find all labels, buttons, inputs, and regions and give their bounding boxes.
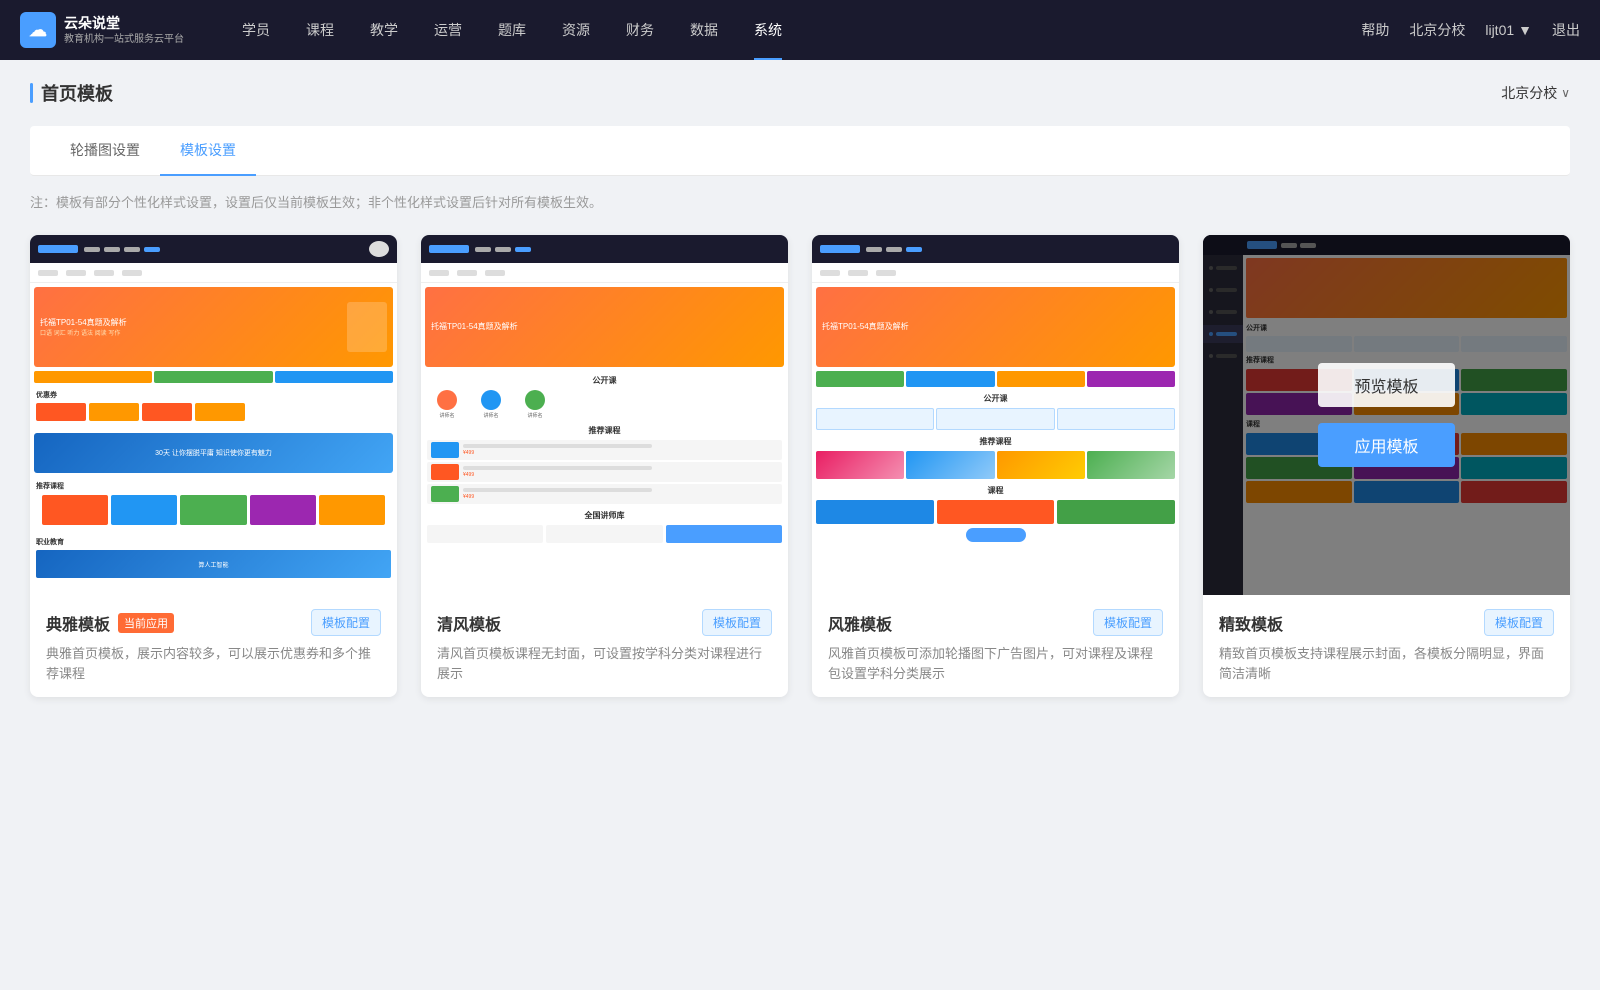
chevron-down-icon: ∨	[1561, 86, 1570, 100]
main-nav: 学员 课程 教学 运营 题库 资源 财务 数据 系统	[224, 0, 1361, 60]
template-desc-2: 清风首页模板课程无封面，可设置按学科分类对课程进行展示	[437, 644, 772, 683]
template-footer-3: 风雅模板 模板配置 风雅首页模板可添加轮播图下广告图片，可对课程及课程包设置学科…	[812, 595, 1179, 697]
template-desc-1: 典雅首页模板，展示内容较多，可以展示优惠券和多个推荐课程	[46, 644, 381, 683]
template-name-1: 典雅模板	[46, 611, 110, 635]
template-name-4: 精致模板	[1219, 611, 1283, 635]
nav-item-finance[interactable]: 财务	[608, 0, 672, 60]
tabs-container: 轮播图设置 模板设置	[30, 126, 1570, 176]
template-name-3: 风雅模板	[828, 611, 892, 635]
template-preview-1[interactable]: 托福TP01-54真题及解析 口语 词汇 听力 语法 阅读 写作 优惠券	[30, 235, 397, 595]
navbar: ☁ 云朵说堂 教育机构一站式服务云平台 学员 课程 教学 运营 题库 资源 财务…	[0, 0, 1600, 60]
page-container: 首页模板 北京分校 ∨ 轮播图设置 模板设置 注：模板有部分个性化样式设置，设置…	[0, 60, 1600, 990]
nav-item-resources[interactable]: 资源	[544, 0, 608, 60]
template-footer-1: 典雅模板 当前应用 模板配置 典雅首页模板，展示内容较多，可以展示优惠券和多个推…	[30, 595, 397, 697]
school-selector[interactable]: 北京分校 ∨	[1501, 83, 1570, 103]
template-overlay-4: 预览模板 应用模板	[1203, 235, 1570, 595]
template-card-3: 托福TP01-54真题及解析 公开课 推荐课程	[812, 235, 1179, 697]
badge-applied-1: 当前应用	[118, 613, 174, 633]
apply-template-button[interactable]: 应用模板	[1318, 423, 1454, 467]
page-title-bar	[30, 83, 33, 103]
school-link[interactable]: 北京分校	[1409, 20, 1465, 40]
template-name-2: 清风模板	[437, 611, 501, 635]
logo-icon: ☁	[20, 12, 56, 48]
page-title-wrap: 首页模板	[30, 80, 113, 106]
template-grid: 托福TP01-54真题及解析 口语 词汇 听力 语法 阅读 写作 优惠券	[30, 235, 1570, 697]
notice-text: 注：模板有部分个性化样式设置，设置后仅当前模板生效；非个性化样式设置后针对所有模…	[30, 192, 1570, 211]
template-preview-2[interactable]: 托福TP01-54真题及解析 公开课 讲师名 讲师名 讲师名	[421, 235, 788, 595]
nav-item-system[interactable]: 系统	[736, 0, 800, 60]
nav-item-data[interactable]: 数据	[672, 0, 736, 60]
nav-item-students[interactable]: 学员	[224, 0, 288, 60]
tab-template[interactable]: 模板设置	[160, 126, 256, 176]
template-desc-3: 风雅首页模板可添加轮播图下广告图片，可对课程及课程包设置学科分类展示	[828, 644, 1163, 683]
navbar-right: 帮助 北京分校 lijt01 ▼ 退出	[1361, 20, 1580, 40]
template-card-2: 托福TP01-54真题及解析 公开课 讲师名 讲师名 讲师名	[421, 235, 788, 697]
template-footer-4: 精致模板 模板配置 精致首页模板支持课程展示封面，各模板分隔明显，界面简洁清晰	[1203, 595, 1570, 697]
page-header: 首页模板 北京分校 ∨	[30, 80, 1570, 106]
chevron-down-icon: ▼	[1518, 22, 1532, 38]
tab-carousel[interactable]: 轮播图设置	[50, 126, 160, 176]
nav-item-questions[interactable]: 题库	[480, 0, 544, 60]
nav-item-teaching[interactable]: 教学	[352, 0, 416, 60]
template-card-4: 公开课 推荐课程	[1203, 235, 1570, 697]
template-footer-2: 清风模板 模板配置 清风首页模板课程无封面，可设置按学科分类对课程进行展示	[421, 595, 788, 697]
logout-link[interactable]: 退出	[1552, 20, 1580, 40]
template-desc-4: 精致首页模板支持课程展示封面，各模板分隔明显，界面简洁清晰	[1219, 644, 1554, 683]
logo-text: 云朵说堂 教育机构一站式服务云平台	[64, 14, 184, 45]
template-preview-3[interactable]: 托福TP01-54真题及解析 公开课 推荐课程	[812, 235, 1179, 595]
config-button-1[interactable]: 模板配置	[311, 609, 381, 636]
logo: ☁ 云朵说堂 教育机构一站式服务云平台	[20, 12, 184, 48]
config-button-4[interactable]: 模板配置	[1484, 609, 1554, 636]
preview-template-button[interactable]: 预览模板	[1318, 363, 1454, 407]
config-button-2[interactable]: 模板配置	[702, 609, 772, 636]
template-card-1: 托福TP01-54真题及解析 口语 词汇 听力 语法 阅读 写作 优惠券	[30, 235, 397, 697]
user-dropdown[interactable]: lijt01 ▼	[1485, 22, 1532, 38]
help-link[interactable]: 帮助	[1361, 20, 1389, 40]
config-button-3[interactable]: 模板配置	[1093, 609, 1163, 636]
nav-item-operations[interactable]: 运营	[416, 0, 480, 60]
nav-item-courses[interactable]: 课程	[288, 0, 352, 60]
template-preview-4[interactable]: 公开课 推荐课程	[1203, 235, 1570, 595]
page-title: 首页模板	[41, 80, 113, 106]
